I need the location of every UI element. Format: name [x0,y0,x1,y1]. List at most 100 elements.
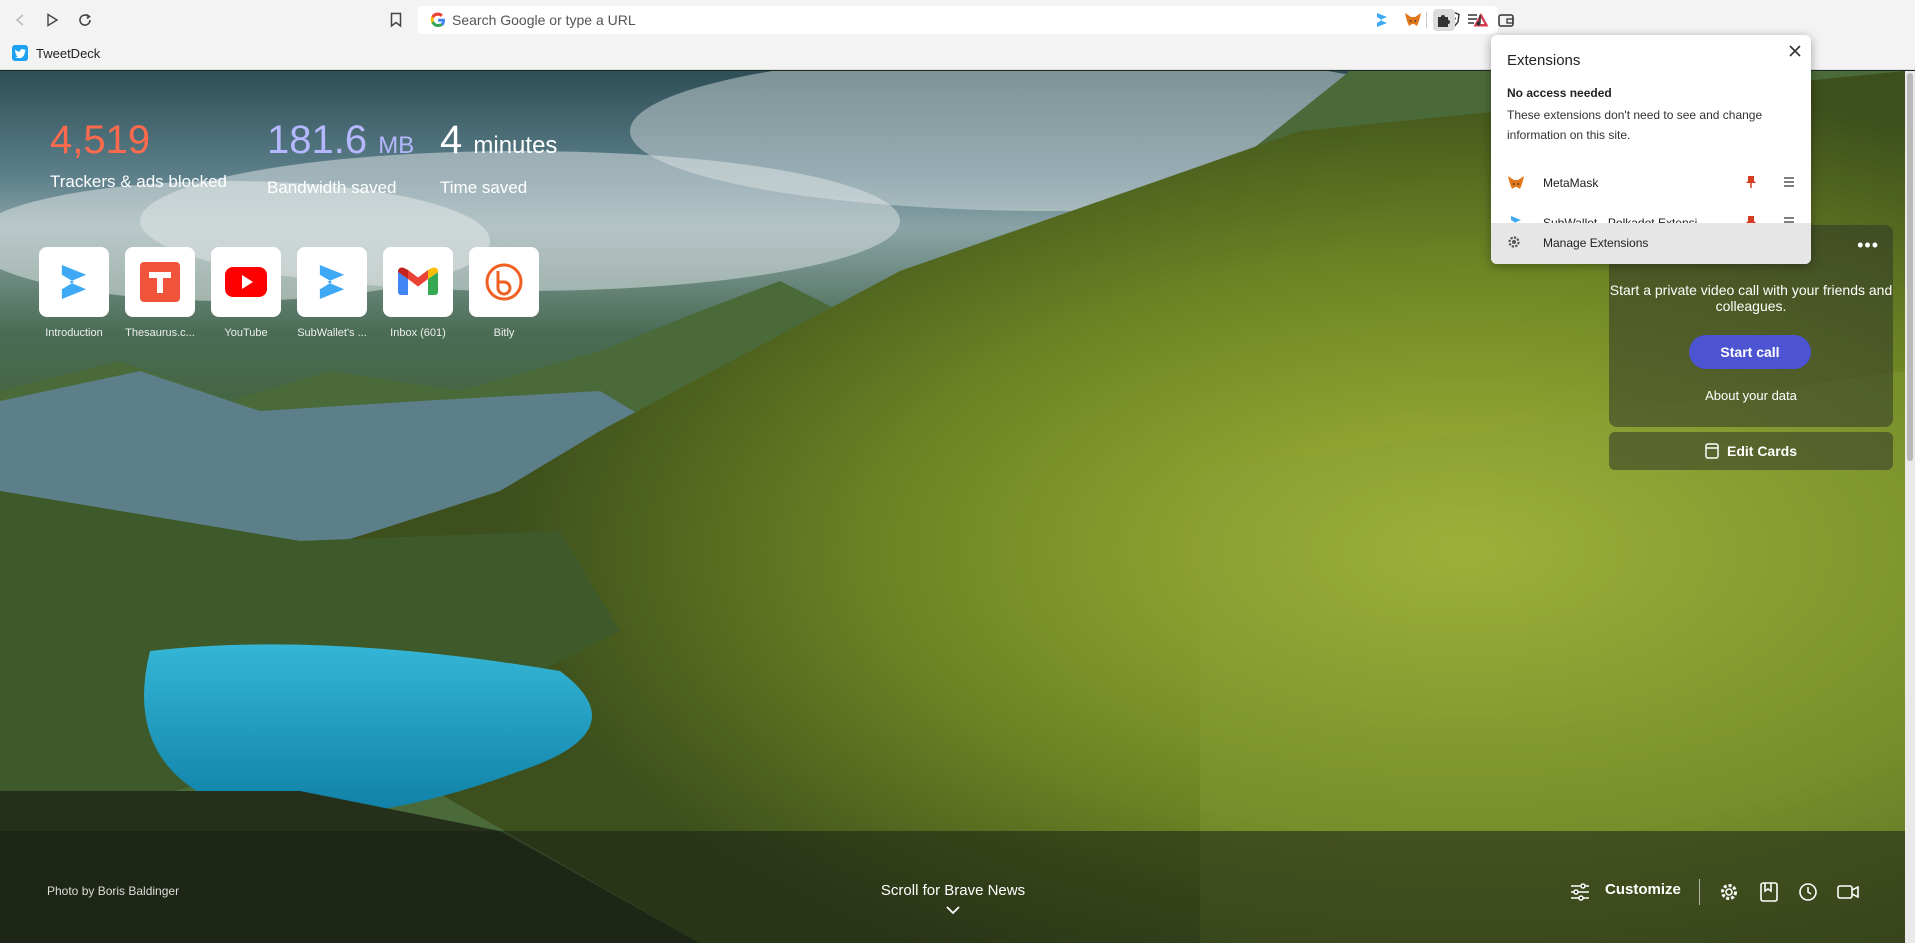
subwallet-icon [1377,13,1387,27]
top-site-box [211,247,281,317]
gear-icon [1507,235,1523,251]
photo-credit[interactable]: Photo by Boris Baldinger [47,884,179,898]
subwallet-icon [319,265,345,299]
edit-cards-icon [1705,443,1719,459]
toolbar-divider [1699,879,1700,905]
address-placeholder: Search Google or type a URL [452,12,636,28]
brave-talk-button[interactable] [1837,881,1859,903]
address-bar[interactable]: Search Google or type a URL [418,6,1498,34]
wallet-button[interactable] [1495,9,1517,31]
bottom-toolbar: Customize [1565,873,1865,909]
top-site-label: YouTube [224,327,268,339]
youtube-icon [225,267,267,297]
thesaurus-icon [140,262,180,302]
top-site-label: Introduction [45,327,103,339]
bookmark-button[interactable] [384,8,408,32]
time-label: Time saved [440,178,528,197]
top-site-label: SubWallet's ... [297,327,367,339]
twitter-icon [12,45,28,61]
page-scrollbar[interactable] [1905,71,1915,943]
trackers-label: Trackers & ads blocked [50,172,227,191]
edit-cards-label: Edit Cards [1726,443,1797,459]
video-camera-icon [1837,885,1859,899]
playlist-button[interactable] [1464,9,1486,31]
reload-button[interactable] [73,8,97,32]
wallet-icon [1498,14,1514,27]
manage-extensions-button[interactable]: Manage Extensions [1491,223,1811,264]
time-value: 4 [440,118,463,162]
scrollbar-thumb[interactable] [1907,73,1913,461]
metamask-toolbar-button[interactable] [1402,9,1424,31]
manage-extensions-label: Manage Extensions [1543,236,1649,250]
top-site-label: Bitly [493,327,515,339]
forward-button[interactable] [40,8,64,32]
customize-label[interactable]: Customize [1605,881,1681,898]
top-site-label: Thesaurus.c... [125,327,195,339]
about-data-link[interactable]: About your data [1609,388,1893,403]
top-site-box [469,247,539,317]
extension-row-metamask[interactable]: MetaMask [1491,163,1811,203]
back-button[interactable] [8,8,32,32]
forward-icon [47,13,59,27]
history-icon [1799,883,1817,901]
extension-menu-icon[interactable] [1783,176,1795,191]
time-stat: 4 minutes Time saved [440,118,557,198]
extension-name: MetaMask [1543,176,1599,190]
time-value-row: 4 minutes [440,118,557,168]
section-description: These extensions don't need to see and c… [1507,108,1763,142]
section-title: No access needed [1507,86,1612,100]
close-icon [1789,45,1801,57]
bookmark-icon [390,12,402,28]
brave-news-prompt[interactable]: Scroll for Brave News [878,882,1028,915]
top-site-label: Inbox (601) [390,327,446,339]
customize-button[interactable] [1569,881,1591,903]
history-button[interactable] [1797,881,1819,903]
trackers-count: 4,519 [50,118,151,162]
bookmark-label: TweetDeck [36,45,101,61]
top-site-youtube[interactable]: YouTube [210,247,282,339]
extensions-popup: Extensions No access needed These extens… [1491,35,1811,264]
close-button[interactable] [1789,41,1801,62]
gmail-icon [398,267,438,295]
gear-icon [1721,884,1737,900]
puzzle-icon [1438,15,1450,27]
start-call-button[interactable]: Start call [1689,335,1811,369]
top-site-box [383,247,453,317]
bandwidth-value: 181.6 [267,118,368,162]
top-site-gmail[interactable]: Inbox (601) [382,247,454,339]
bookmark-tweetdeck[interactable]: TweetDeck [12,45,100,61]
bookmarks-icon [1760,882,1778,902]
browser-toolbar: Search Google or type a URL [0,0,1915,40]
subwallet-icon [61,265,87,299]
metamask-icon [1405,13,1421,26]
address-divider [1426,12,1427,28]
google-icon [430,12,445,27]
sliders-icon [1571,883,1589,901]
chevron-down-icon [946,906,960,915]
bandwidth-unit: MB [378,132,415,159]
card-more-button[interactable]: ••• [1857,235,1879,256]
top-site-bitly[interactable]: Bitly [468,247,540,339]
top-site-box [39,247,109,317]
bitly-icon [485,263,523,301]
bandwidth-label: Bandwidth saved [267,178,397,197]
scroll-news-label: Scroll for Brave News [880,882,1026,899]
top-site-introduction[interactable]: Introduction [38,247,110,339]
back-icon [15,14,24,26]
time-unit: minutes [473,132,558,159]
settings-button[interactable] [1718,881,1740,903]
top-site-subwallet[interactable]: SubWallet's ... [296,247,368,339]
playlist-icon [1468,14,1481,26]
card-description: Start a private video call with your fri… [1609,282,1893,314]
top-site-thesaurus[interactable]: Thesaurus.c... [124,247,196,339]
bookmarks-button[interactable] [1758,881,1780,903]
pin-icon[interactable] [1746,175,1756,192]
bandwidth-value-row: 181.6 MB [267,118,414,168]
extensions-button[interactable] [1433,9,1455,31]
edit-cards-button[interactable]: Edit Cards [1609,432,1893,470]
trackers-stat: 4,519 Trackers & ads blocked [50,118,227,192]
subwallet-toolbar-button[interactable] [1371,9,1393,31]
top-site-box [125,247,195,317]
top-site-box [297,247,367,317]
bandwidth-stat: 181.6 MB Bandwidth saved [267,118,414,198]
